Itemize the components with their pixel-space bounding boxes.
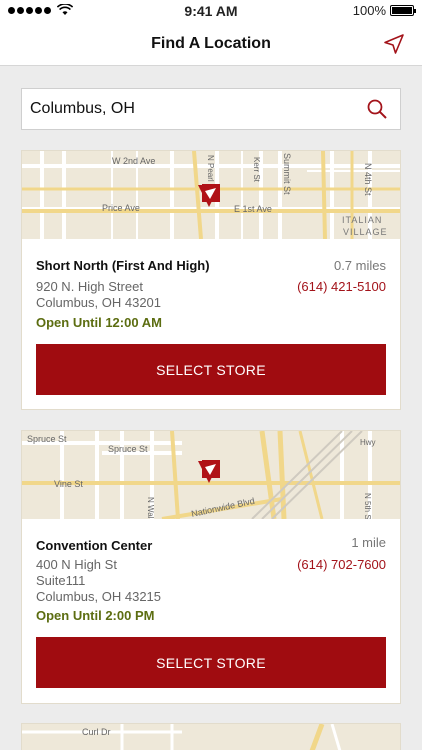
store-name: Short North (First And High) xyxy=(36,258,210,273)
search-value[interactable]: Columbus, OH xyxy=(30,100,135,118)
store-distance: 0.7 miles xyxy=(333,258,386,273)
map-street-label: Vine St xyxy=(54,479,83,489)
location-arrow-icon[interactable] xyxy=(382,32,406,56)
store-card: Curl Dr xyxy=(21,723,401,750)
store-hours: Open Until 2:00 PM xyxy=(36,608,155,623)
map-street-label: W 2nd Ave xyxy=(112,156,155,166)
battery-percent: 100% xyxy=(352,3,386,18)
search-input[interactable]: Columbus, OH xyxy=(21,88,401,130)
map-street-label: Kerr St xyxy=(252,157,261,183)
address-line: Columbus, OH 43201 xyxy=(36,295,162,310)
map-street-label: N Wall St xyxy=(146,497,155,519)
address-line: Columbus, OH 43215 xyxy=(36,589,162,604)
store-map[interactable]: W 2nd Ave Price Ave E 1st Ave N Pearl St… xyxy=(22,151,400,239)
store-map[interactable]: Spruce St Spruce St Vine St N Wall St Na… xyxy=(22,431,400,519)
map-neighborhood-label: ITALIAN xyxy=(342,215,382,225)
address-line: 920 N. High Street xyxy=(36,279,143,294)
store-card: W 2nd Ave Price Ave E 1st Ave N Pearl St… xyxy=(21,150,401,410)
store-hours: Open Until 12:00 AM xyxy=(36,315,162,330)
store-distance: 1 mile xyxy=(351,535,386,550)
store-map[interactable]: Curl Dr xyxy=(22,724,400,750)
map-street-label: Spruce St xyxy=(108,444,148,454)
map-street-label: Hwy xyxy=(360,438,376,447)
map-street-label: Price Ave xyxy=(102,203,140,213)
map-street-label: E 1st Ave xyxy=(234,204,272,214)
select-store-button[interactable]: SELECT STORE xyxy=(36,637,386,688)
store-address: 400 N High St Suite111 Columbus, OH 4321… xyxy=(36,557,161,605)
select-store-button[interactable]: SELECT STORE xyxy=(36,344,386,395)
map-street-label: Spruce St xyxy=(27,434,67,444)
store-phone-link[interactable]: (614) 702-7600 xyxy=(297,557,386,572)
address-line: Suite111 xyxy=(36,573,86,588)
store-phone-link[interactable]: (614) 421-5100 xyxy=(297,279,386,294)
search-icon[interactable] xyxy=(366,98,388,120)
battery-icon xyxy=(390,5,416,16)
map-street-label: N 4th St xyxy=(363,163,373,196)
map-street-label: Curl Dr xyxy=(82,727,111,737)
store-card: Spruce St Spruce St Vine St N Wall St Na… xyxy=(21,430,401,704)
page-title: Find A Location xyxy=(151,35,271,52)
map-street-label: N 5th St xyxy=(363,493,372,519)
store-name: Convention Center xyxy=(36,538,153,553)
status-bar: 9:41 AM 100% xyxy=(0,0,422,22)
battery-cluster: 100% xyxy=(352,3,416,18)
store-address: 920 N. High Street Columbus, OH 43201 xyxy=(36,279,161,311)
map-street-label: Summit St xyxy=(282,153,292,195)
address-line: 400 N High St xyxy=(36,557,117,572)
nav-bar: Find A Location xyxy=(0,22,422,66)
map-neighborhood-label: VILLAGE xyxy=(343,227,388,237)
